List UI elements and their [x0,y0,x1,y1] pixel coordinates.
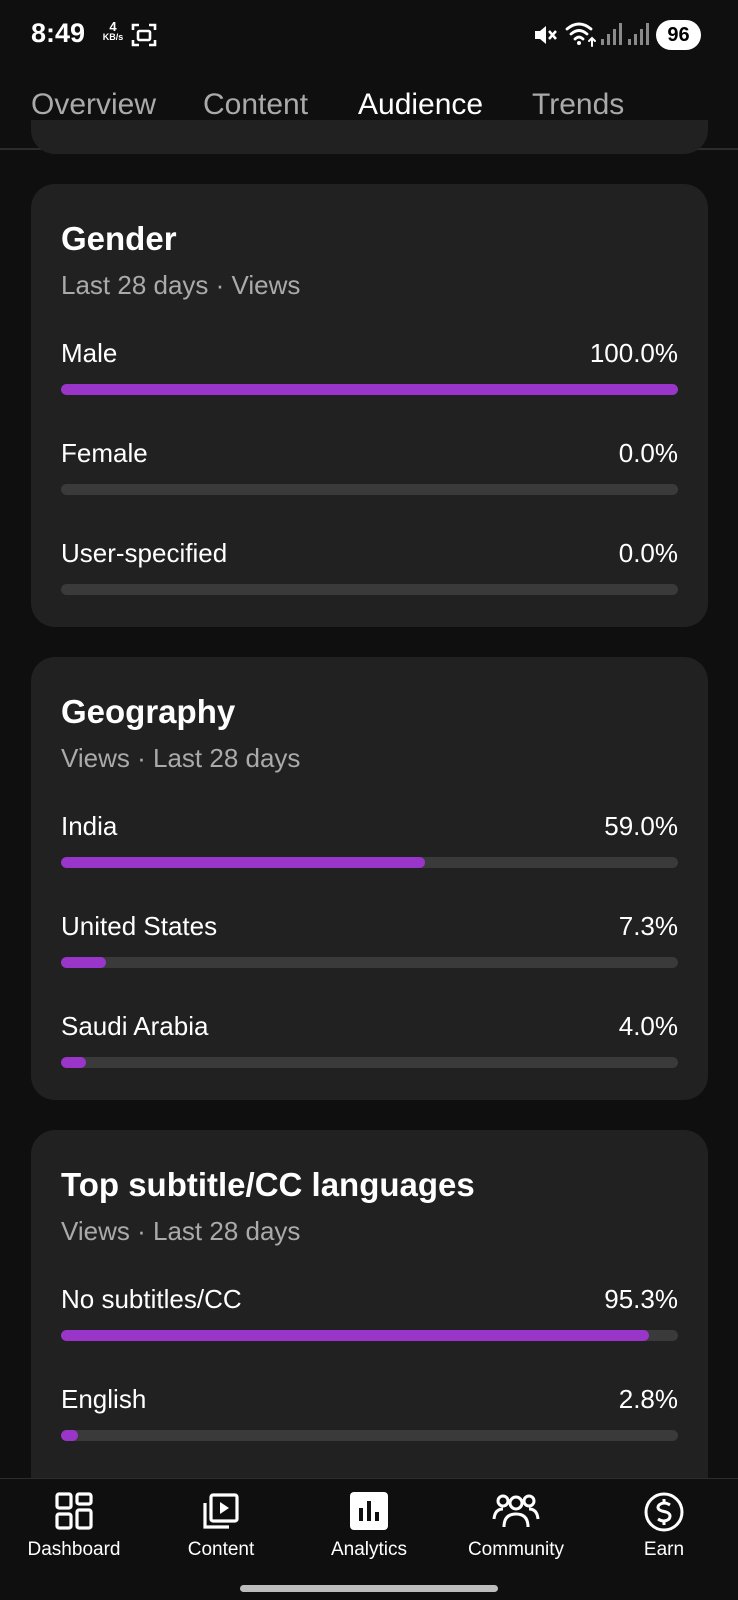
status-time: 8:49 [31,18,86,48]
nav-label: Community [467,1539,565,1560]
metric-value: 0.0% [618,538,678,568]
progress-bar [61,857,678,868]
metric-label: Saudi Arabia [61,1011,209,1041]
card-subtitle: Views · Last 28 days [61,743,301,773]
progress-fill [61,857,426,868]
progress-fill [61,1057,86,1068]
progress-bar [61,1430,678,1441]
progress-bar [61,384,678,395]
progress-fill [61,1430,79,1441]
metric-label: English [61,1384,147,1414]
nav-analytics[interactable]: Analytics [295,1479,443,1589]
nav-content[interactable]: Content [147,1479,295,1589]
nav-earn[interactable]: Earn [590,1479,738,1589]
screen: 8:49 4 KB/s 96 Overview Content Audience… [0,0,738,1600]
metric-row: User-specified 0.0% [61,538,678,608]
previous-card-edge [31,120,708,154]
metric-label: No subtitles/CC [61,1284,242,1314]
progress-bar [61,1330,678,1341]
metric-row: India 59.0% [61,811,678,881]
wifi-icon [565,20,597,53]
network-speed: 4 KB/s [98,20,128,42]
metric-value: 100.0% [589,338,678,368]
metric-value: 7.3% [618,911,678,941]
card-subtitle: Views · Last 28 days [61,1216,301,1246]
metric-row: English 2.8% [61,1384,678,1454]
metric-row: Male 100.0% [61,338,678,408]
geography-card[interactable]: Geography Views · Last 28 days India 59.… [31,657,708,1100]
progress-bar [61,484,678,495]
dashboard-icon [55,1492,93,1530]
signal-icon [627,22,649,51]
metric-value: 2.8% [618,1384,678,1414]
nav-label: Content [187,1539,255,1560]
metric-label: Male [61,338,118,368]
metric-label: User-specified [61,538,228,568]
card-subtitle: Last 28 days · Views [61,270,301,300]
nav-label: Dashboard [27,1539,121,1560]
battery-level: 96 [656,20,701,50]
metric-value: 59.0% [604,811,678,841]
community-icon [492,1494,540,1528]
home-indicator[interactable] [240,1585,498,1592]
metric-label: United States [61,911,218,941]
card-title: Geography [61,693,236,730]
metric-value: 95.3% [604,1284,678,1314]
card-title: Gender [61,220,177,257]
progress-bar [61,957,678,968]
mute-icon [532,22,558,53]
metric-value: 0.0% [618,438,678,468]
nav-label: Analytics [330,1539,408,1560]
card-title: Top subtitle/CC languages [61,1166,475,1203]
nav-community[interactable]: Community [442,1479,590,1589]
metric-row: Female 0.0% [61,438,678,508]
earn-icon [644,1492,684,1532]
screenshot-icon [131,22,157,53]
metric-label: Female [61,438,148,468]
progress-fill [61,1330,649,1341]
status-bar: 8:49 4 KB/s 96 [0,0,738,70]
gender-card[interactable]: Gender Last 28 days · Views Male 100.0% … [31,184,708,627]
metric-value: 4.0% [618,1011,678,1041]
progress-bar [61,584,678,595]
signal-icon [600,22,622,51]
progress-bar [61,1057,678,1068]
metric-row: Saudi Arabia 4.0% [61,1011,678,1081]
bottom-nav: Dashboard Content Analytics Community Ea… [0,1478,738,1600]
metric-label: India [61,811,118,841]
progress-fill [61,957,107,968]
metric-row: No subtitles/CC 95.3% [61,1284,678,1354]
nav-label: Earn [643,1539,685,1560]
metric-row: United States 7.3% [61,911,678,981]
nav-dashboard[interactable]: Dashboard [0,1479,148,1589]
network-speed-unit: KB/s [102,32,124,42]
content-icon [203,1493,239,1529]
progress-fill [61,384,678,395]
analytics-icon [350,1492,388,1530]
